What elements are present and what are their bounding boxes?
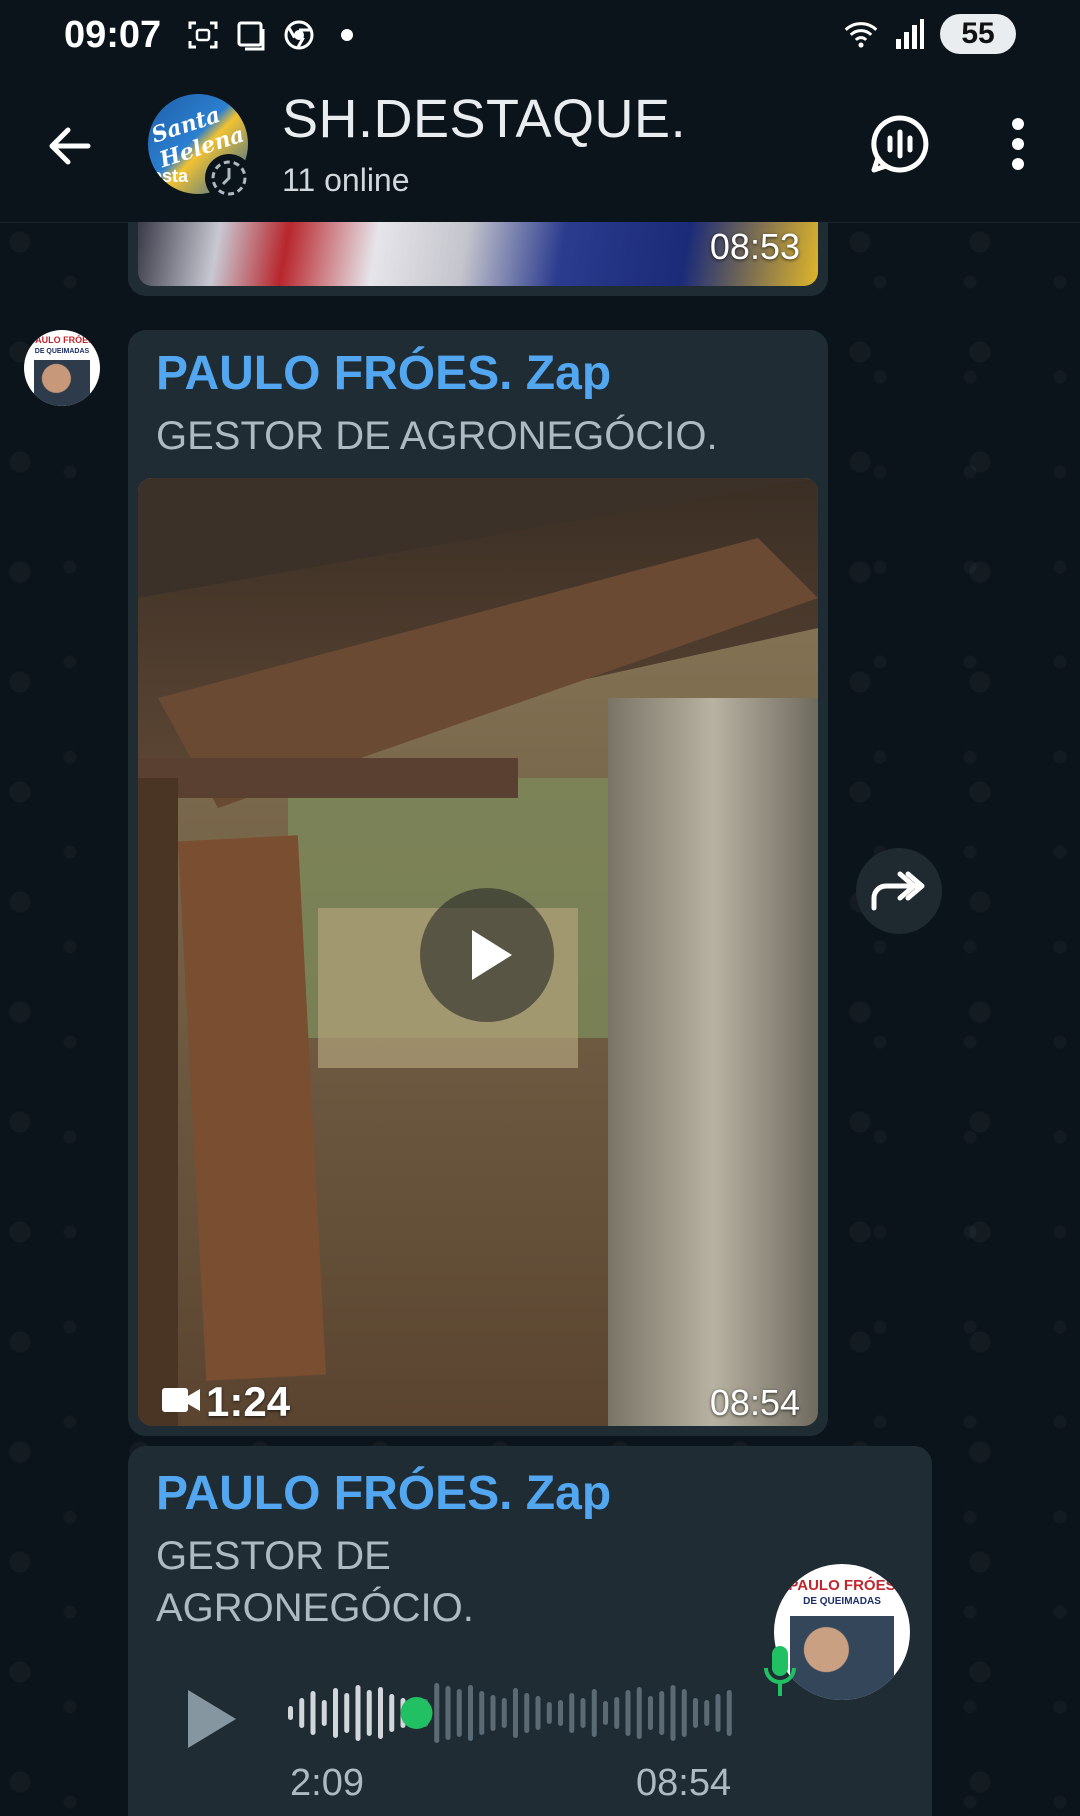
sender-name[interactable]: PAULO FRÓES. Zap [156, 346, 611, 401]
waveform-bar [704, 1700, 710, 1726]
chrome-icon [282, 18, 316, 52]
avatar-banner-subtext: DE QUEIMADAS [803, 1596, 881, 1607]
waveform-bar [524, 1693, 530, 1733]
waveform-bar [670, 1685, 676, 1741]
waveform-bar [569, 1693, 575, 1733]
audio-play-button[interactable] [180, 1684, 240, 1754]
waveform-bar [468, 1685, 473, 1741]
sender-role: GESTOR DE AGRONEGÓCIO. [156, 414, 718, 458]
waveform-bar [389, 1694, 395, 1732]
audio-duration: 2:09 [290, 1762, 364, 1804]
battery-level: 55 [961, 17, 995, 50]
play-icon [188, 1690, 236, 1748]
play-icon [472, 930, 512, 980]
waveform-bar [378, 1687, 383, 1739]
waveform-bar [513, 1688, 518, 1738]
status-icons-left [186, 18, 364, 52]
wifi-icon [844, 17, 878, 51]
waveform-bar [546, 1702, 552, 1724]
video-message-bubble: PAULO FRÓES. Zap GESTOR DE AGRONEGÓCIO. … [128, 330, 828, 1436]
screen-cast-icon [234, 18, 268, 52]
message-time: 08:54 [636, 1762, 732, 1804]
back-button[interactable] [40, 116, 100, 176]
forward-icon [871, 871, 925, 911]
voice-chat-icon [871, 115, 929, 173]
voice-chat-button[interactable] [868, 112, 932, 176]
forward-button[interactable] [856, 848, 942, 934]
audio-progress-knob[interactable] [400, 1697, 433, 1729]
group-title[interactable]: SH.DESTAQUE. [282, 88, 686, 150]
waveform-bar [648, 1696, 653, 1730]
audio-waveform[interactable] [286, 1678, 736, 1748]
battery-icon: 55 [940, 14, 1016, 54]
status-icons-right: 55 [844, 14, 1016, 54]
waveform-bar [603, 1701, 608, 1725]
message-time: 08:54 [709, 1382, 800, 1423]
video-play-button[interactable] [420, 888, 554, 1022]
status-timer-icon [205, 154, 253, 202]
video-duration: 1:24 [206, 1378, 291, 1425]
waveform-bar [625, 1690, 631, 1736]
waveform-bar [580, 1698, 586, 1728]
previous-media-thumbnail[interactable]: 08:53 [138, 222, 818, 286]
chat-header: Santa Helena esta SH.DESTAQUE. 11 online [0, 72, 1080, 223]
waveform-bar [434, 1683, 440, 1743]
status-bar: 09:07 55 [0, 0, 1080, 72]
waveform-bar [614, 1697, 620, 1729]
video-camera-icon [162, 1388, 200, 1412]
arrow-left-icon [49, 127, 91, 165]
group-avatar-subtext: esta [152, 166, 189, 186]
sender-role-line1: GESTOR DE [156, 1534, 391, 1578]
waveform-bar [681, 1689, 687, 1737]
waveform-bar [456, 1689, 462, 1737]
waveform-bar [355, 1685, 361, 1741]
sender-name[interactable]: PAULO FRÓES. Zap [156, 1466, 611, 1521]
waveform-bar [445, 1686, 451, 1740]
waveform-bar [479, 1691, 485, 1735]
waveform-bar [321, 1700, 327, 1726]
notification-dot-icon [330, 18, 364, 52]
waveform-bar [535, 1696, 541, 1730]
waveform-bar [501, 1698, 507, 1728]
previous-media-bubble[interactable]: 08:53 [128, 222, 828, 296]
signal-icon [892, 17, 926, 51]
waveform-bar [299, 1698, 305, 1728]
sender-avatar[interactable]: PAULO FRÓES DE QUEIMADAS [24, 330, 100, 406]
waveform-bar [636, 1687, 642, 1739]
more-vert-icon [1012, 118, 1024, 170]
waveform-bar [693, 1698, 698, 1728]
waveform-bar [310, 1691, 316, 1735]
waveform-bar [333, 1688, 338, 1738]
waveform-bar [726, 1690, 732, 1736]
waveform-bar [344, 1693, 350, 1733]
avatar-photo [790, 1616, 894, 1700]
waveform-bar [366, 1690, 372, 1736]
waveform-bar [558, 1700, 563, 1726]
avatar-banner-text: PAULO FRÓES [788, 1577, 896, 1594]
microphone-icon [764, 1646, 796, 1696]
avatar-banner-subtext: DE QUEIMADAS [34, 348, 90, 355]
more-options-button[interactable] [998, 112, 1038, 176]
waveform-bar [288, 1706, 293, 1720]
audio-message-bubble: PAULO FRÓES. Zap GESTOR DE AGRONEGÓCIO. … [128, 1446, 932, 1816]
waveform-bar [659, 1691, 665, 1735]
avatar-photo [34, 360, 90, 406]
message-time: 08:53 [709, 226, 800, 267]
video-thumbnail[interactable]: 1:24 08:54 [138, 478, 818, 1426]
waveform-bar [715, 1694, 721, 1732]
avatar-banner-text: PAULO FRÓES [29, 335, 95, 345]
status-time: 09:07 [64, 14, 162, 56]
waveform-bar [490, 1695, 496, 1731]
screenshot-icon [186, 18, 220, 52]
sender-role-line2: AGRONEGÓCIO. [156, 1586, 474, 1630]
group-subtitle: 11 online [282, 162, 410, 198]
waveform-bar [591, 1689, 597, 1737]
